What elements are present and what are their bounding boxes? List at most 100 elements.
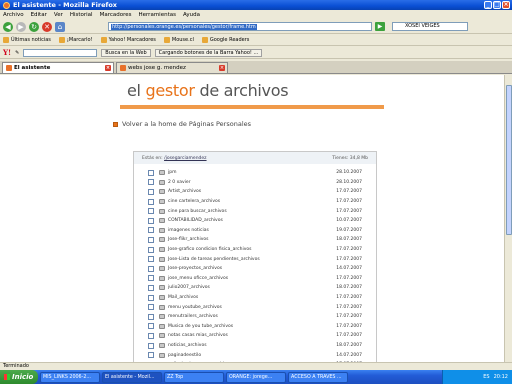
maximize-button[interactable]: □ xyxy=(493,1,501,9)
start-button[interactable]: Inicio xyxy=(0,370,38,384)
file-row[interactable]: Jose-Lista de tareas pendientes_archivos… xyxy=(148,254,362,264)
select-checkbox[interactable] xyxy=(148,256,154,263)
file-name[interactable]: cine cartelera_archivos xyxy=(168,199,334,204)
search-input[interactable]: XOSEI VEIGES xyxy=(392,22,468,31)
select-checkbox[interactable] xyxy=(148,169,154,176)
file-row[interactable]: menu youtube_archivos 17.07.2007 xyxy=(148,302,362,312)
select-checkbox[interactable] xyxy=(148,342,154,349)
file-name[interactable]: imagenes noticias xyxy=(168,228,334,233)
file-row[interactable]: noticias_archivos 18.07.2007 xyxy=(148,341,362,351)
menu-editar[interactable]: Editar xyxy=(31,12,47,18)
tab-webs-jose[interactable]: webs jose g. mendez × xyxy=(116,62,228,73)
menu-herramientas[interactable]: Herramientas xyxy=(139,12,176,18)
menu-historial[interactable]: Historial xyxy=(70,12,93,18)
minimize-button[interactable]: _ xyxy=(484,1,492,9)
file-name[interactable]: Jose-proyectos_archivos xyxy=(168,266,334,271)
stop-icon[interactable]: ✕ xyxy=(42,21,52,32)
file-name[interactable]: cine para buscar_archivos xyxy=(168,209,334,214)
bookmark-item[interactable]: Yahoo! Marcadores xyxy=(100,37,156,43)
file-row[interactable]: cine para buscar_archivos 17.07.2007 xyxy=(148,206,362,216)
select-checkbox[interactable] xyxy=(148,188,154,195)
select-checkbox[interactable] xyxy=(148,332,154,339)
taskbar-button[interactable]: MIS_LINKS 2006-2... xyxy=(40,371,100,383)
taskbar-button[interactable]: ZZ Top xyxy=(164,371,224,383)
file-name[interactable]: menu youtube_archivos xyxy=(168,305,334,310)
select-checkbox[interactable] xyxy=(148,246,154,253)
select-checkbox[interactable] xyxy=(148,313,154,320)
file-name[interactable]: jpm xyxy=(168,170,334,175)
file-row[interactable]: Jose-proyectos_archivos 14.07.2007 xyxy=(148,264,362,274)
forward-arrow-icon[interactable]: ▶ xyxy=(16,21,26,32)
file-row[interactable]: Musica de you tube_archivos 17.07.2007 xyxy=(148,322,362,332)
tab-close-icon[interactable]: × xyxy=(219,65,225,71)
select-checkbox[interactable] xyxy=(148,265,154,272)
taskbar-button[interactable]: El asistente - Mozil... xyxy=(102,371,162,383)
close-window-button[interactable]: × xyxy=(502,1,510,9)
select-checkbox[interactable] xyxy=(148,208,154,215)
select-checkbox[interactable] xyxy=(148,179,154,186)
bookmark-item[interactable]: ¡Marcarlo! xyxy=(58,37,93,43)
language-indicator[interactable]: ES xyxy=(483,374,489,380)
file-row[interactable]: Artist_archivos 17.07.2007 xyxy=(148,187,362,197)
home-icon[interactable]: ⌂ xyxy=(55,21,65,32)
file-row[interactable]: menutrailers_archivos 17.07.2007 xyxy=(148,312,362,322)
menu-marcadores[interactable]: Marcadores xyxy=(100,12,132,18)
select-checkbox[interactable] xyxy=(148,227,154,234)
file-row[interactable]: cine cartelera_archivos 17.07.2007 xyxy=(148,197,362,207)
taskbar-button[interactable]: ORANGE: jorege... xyxy=(226,371,286,383)
menu-ayuda[interactable]: Ayuda xyxy=(183,12,200,18)
pencil-icon[interactable]: ✎ xyxy=(15,50,19,56)
file-row[interactable]: jpm 28.10.2007 xyxy=(148,168,362,178)
yahoo-search-input[interactable] xyxy=(23,48,98,57)
file-name[interactable]: Artist_archivos xyxy=(168,189,334,194)
bookmark-item[interactable]: Últimas noticias xyxy=(3,37,51,43)
file-name[interactable]: Jose-grafico condicion fisica_archivos xyxy=(168,247,334,252)
file-name[interactable]: 2 0 xavier xyxy=(168,180,334,185)
file-row[interactable]: imagenes noticias 19.07.2007 xyxy=(148,226,362,236)
go-button[interactable]: ▶ xyxy=(375,22,385,31)
select-checkbox[interactable] xyxy=(148,236,154,243)
select-checkbox[interactable] xyxy=(148,198,154,205)
file-row[interactable]: notas casas mias_archivos 17.07.2007 xyxy=(148,331,362,341)
file-row[interactable]: Jose-flikr_archivos 18.07.2007 xyxy=(148,235,362,245)
bookmark-item[interactable]: Google Readers xyxy=(201,37,249,43)
yahoo-logo-icon[interactable]: Y! xyxy=(3,48,11,57)
file-name[interactable]: jose_menu oficce_archivos xyxy=(168,276,334,281)
window-titlebar[interactable]: El asistente - Mozilla Firefox _ □ × xyxy=(0,0,512,10)
vertical-scrollbar[interactable] xyxy=(504,75,512,362)
select-checkbox[interactable] xyxy=(148,284,154,291)
file-name[interactable]: julio2007_archivos xyxy=(168,285,334,290)
file-name[interactable]: noticias_archivos xyxy=(168,343,334,348)
file-name[interactable]: Jose-Lista de tareas pendientes_archivos xyxy=(168,257,334,262)
menu-archivo[interactable]: Archivo xyxy=(3,12,24,18)
tab-el-asistente[interactable]: El asistente × xyxy=(2,62,114,73)
file-name[interactable]: menutrailers_archivos xyxy=(168,314,334,319)
tab-close-icon[interactable]: × xyxy=(105,65,111,71)
select-checkbox[interactable] xyxy=(148,352,154,359)
file-row[interactable]: Jose-grafico condicion fisica_archivos 17… xyxy=(148,245,362,255)
back-arrow-icon[interactable]: ◀ xyxy=(3,21,13,32)
menu-ver[interactable]: Ver xyxy=(54,12,63,18)
file-row[interactable]: 2 0 xavier 28.10.2007 xyxy=(148,178,362,188)
file-row[interactable]: paginadeestilo 14.07.2007 xyxy=(148,350,362,360)
file-name[interactable]: Jose-flikr_archivos xyxy=(168,237,334,242)
yahoo-search-button[interactable]: Busca en la Web xyxy=(101,48,151,57)
file-name[interactable]: paginadeestilo xyxy=(168,353,334,358)
scrollbar-thumb[interactable] xyxy=(506,85,512,235)
file-row[interactable]: jose_menu oficce_archivos 17.07.2007 xyxy=(148,274,362,284)
select-checkbox[interactable] xyxy=(148,323,154,330)
back-home-link[interactable]: Volver a la home de Páginas Personales xyxy=(113,120,251,128)
select-checkbox[interactable] xyxy=(148,275,154,282)
bookmark-item[interactable]: Mouse.cl xyxy=(163,37,194,43)
taskbar-button[interactable]: ACCESO A TRAVES ... xyxy=(288,371,348,383)
file-row[interactable]: CONTABILIDAD_archivos 10.07.2007 xyxy=(148,216,362,226)
url-bar[interactable]: http://personales.orange.es/personales/g… xyxy=(108,22,372,31)
file-row[interactable]: Mail_archivos 17.07.2007 xyxy=(148,293,362,303)
current-path-link[interactable]: /josegarciamendez xyxy=(164,156,206,161)
file-row[interactable]: julio2007_archivos 18.07.2007 xyxy=(148,283,362,293)
file-name[interactable]: CONTABILIDAD_archivos xyxy=(168,218,334,223)
select-checkbox[interactable] xyxy=(148,294,154,301)
select-checkbox[interactable] xyxy=(148,217,154,224)
file-name[interactable]: Mail_archivos xyxy=(168,295,334,300)
reload-icon[interactable]: ↻ xyxy=(29,21,39,32)
